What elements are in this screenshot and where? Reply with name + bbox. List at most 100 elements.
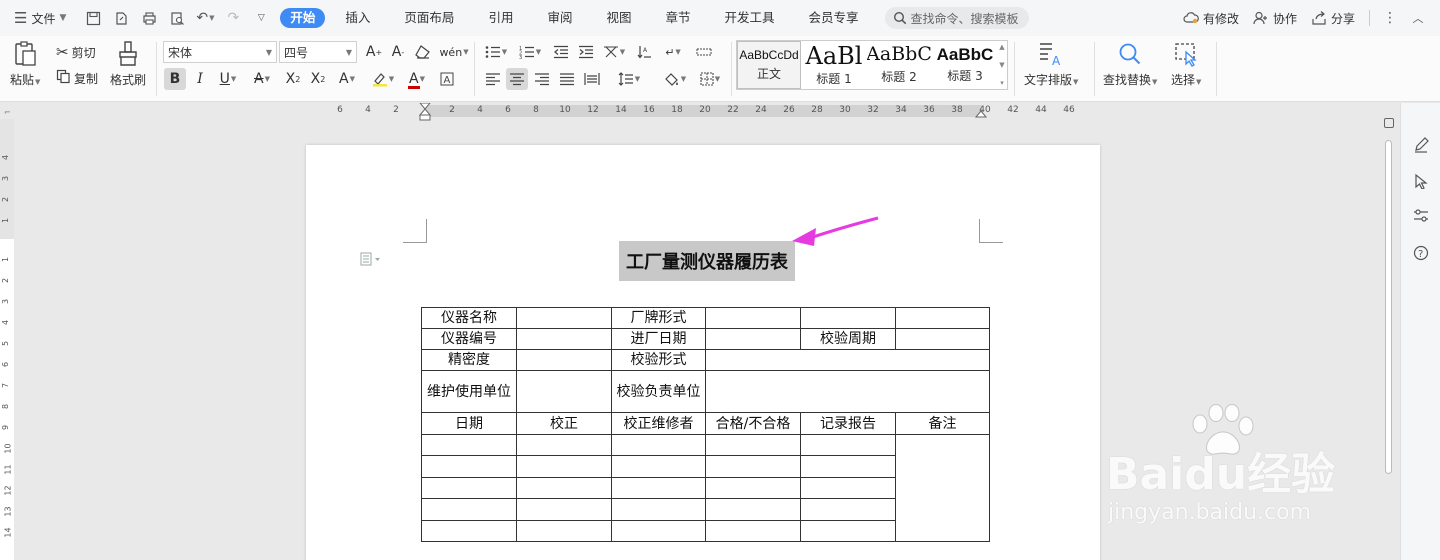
table-cell[interactable]	[516, 477, 612, 499]
table-cell[interactable]	[705, 349, 990, 371]
table-cell[interactable]	[705, 370, 990, 413]
table-cell[interactable]	[516, 520, 612, 542]
increase-indent-icon[interactable]	[575, 41, 597, 63]
sort-icon[interactable]: A	[634, 41, 656, 63]
vertical-scrollbar[interactable]	[1382, 118, 1394, 560]
vertical-ruler[interactable]: 4 3 2 1 1 2 3 4 5 6 7 8 9 10 11 12 13 14	[0, 119, 14, 560]
table-cell[interactable]	[611, 498, 706, 521]
table-cell[interactable]	[705, 455, 801, 478]
decrease-indent-icon[interactable]	[550, 41, 572, 63]
clear-format-icon[interactable]	[412, 41, 434, 63]
table-cell[interactable]	[705, 434, 801, 456]
instrument-history-table[interactable]: 仪器名称 厂牌形式 仪器编号 进厂日期 校验周期 精密度 校验形式 维护使用单位…	[421, 307, 990, 542]
table-cell[interactable]	[705, 498, 801, 521]
horizontal-ruler[interactable]: 6 4 2 2 4 6 8 10 12 14 16 18 20 22 24 26…	[0, 103, 1440, 121]
text-effect-button[interactable]: A ▼	[333, 68, 361, 90]
sliders-icon[interactable]	[1411, 206, 1431, 226]
paste-button[interactable]: 粘贴▼	[10, 40, 40, 88]
table-cell[interactable]	[516, 328, 612, 350]
table-cell[interactable]	[705, 520, 801, 542]
table-cell[interactable]	[516, 370, 612, 413]
document-page[interactable]: 工厂量测仪器履历表 仪器名称 厂牌形式 仪器编号 进厂日期 校验周期 精密度 校…	[306, 145, 1100, 560]
line-spacing-icon[interactable]: ▼	[614, 68, 644, 90]
borders-icon[interactable]: ▼	[695, 68, 725, 90]
share-button[interactable]: 分享	[1311, 10, 1355, 27]
table-cell[interactable]	[705, 307, 801, 329]
tab-review[interactable]: 审阅	[533, 8, 586, 28]
save-icon[interactable]	[84, 9, 102, 27]
quick-access-more-icon[interactable]: ▽	[252, 9, 270, 27]
has-changes-button[interactable]: 有修改	[1183, 10, 1239, 27]
column-header[interactable]: 校正维修者	[611, 412, 706, 435]
table-cell[interactable]: 精密度	[421, 349, 517, 371]
bullet-list-icon[interactable]: ▼	[482, 41, 510, 63]
document-title[interactable]: 工厂量测仪器履历表	[619, 241, 795, 281]
print-icon[interactable]	[140, 9, 158, 27]
help-icon[interactable]: ?	[1411, 243, 1431, 263]
align-left-icon[interactable]	[482, 68, 504, 90]
table-cell[interactable]: 进厂日期	[611, 328, 706, 350]
column-header[interactable]: 合格/不合格	[705, 412, 801, 435]
tab-developer[interactable]: 开发工具	[711, 8, 789, 28]
chinese-layout-icon[interactable]: ▼	[600, 41, 628, 63]
grow-font-icon[interactable]: A +	[363, 41, 385, 63]
table-cell[interactable]	[421, 477, 517, 499]
tab-references[interactable]: 引用	[474, 8, 527, 28]
table-cell[interactable]	[611, 455, 706, 478]
column-header[interactable]: 记录报告	[800, 412, 896, 435]
file-menu[interactable]: ☰ 文件 ▼	[14, 9, 66, 27]
tab-chapter[interactable]: 章节	[651, 8, 704, 28]
table-cell[interactable]	[800, 477, 896, 499]
styles-scroll[interactable]: ▲ ▼ ▾	[997, 41, 1007, 89]
table-cell[interactable]	[800, 434, 896, 456]
table-cell[interactable]	[895, 434, 990, 542]
table-cell[interactable]: 仪器名称	[421, 307, 517, 329]
table-cell[interactable]	[516, 498, 612, 521]
tab-member[interactable]: 会员专享	[795, 8, 873, 28]
text-layout-button[interactable]: A 文字排版▼	[1024, 40, 1078, 88]
table-cell[interactable]	[705, 477, 801, 499]
table-cell[interactable]: 维护使用单位	[421, 370, 517, 413]
table-cell[interactable]	[421, 520, 517, 542]
table-cell[interactable]: 校验周期	[800, 328, 896, 350]
table-cell[interactable]	[611, 477, 706, 499]
table-cell[interactable]	[705, 328, 801, 350]
font-name-select[interactable]: 宋体 ▼	[163, 41, 277, 63]
phonetic-guide-icon[interactable]: wén ▼	[439, 41, 468, 63]
italic-button[interactable]: I	[189, 68, 211, 90]
table-cell[interactable]	[516, 349, 612, 371]
scroll-top-icon[interactable]	[1384, 118, 1394, 128]
highlight-color-button[interactable]: ▼	[368, 68, 398, 90]
table-cell[interactable]: 仪器编号	[421, 328, 517, 350]
table-cell[interactable]: 校验负责单位	[611, 370, 706, 413]
style-heading-3[interactable]: AaBbC 标题 3	[933, 41, 997, 89]
align-justify-icon[interactable]	[556, 68, 578, 90]
align-center-icon[interactable]	[506, 68, 528, 90]
subscript-button[interactable]: X2	[307, 68, 329, 90]
pointer-select-icon[interactable]	[1411, 171, 1431, 191]
print-preview-icon[interactable]	[168, 9, 186, 27]
scrollbar-thumb[interactable]	[1385, 140, 1392, 474]
strikethrough-button[interactable]: A ▼	[248, 68, 276, 90]
tab-view[interactable]: 视图	[592, 8, 645, 28]
tab-home[interactable]: 开始	[280, 8, 326, 28]
undo-icon[interactable]: ↶ ▼	[196, 9, 214, 27]
table-cell[interactable]	[516, 455, 612, 478]
table-cell[interactable]	[800, 520, 896, 542]
table-cell[interactable]	[516, 434, 612, 456]
table-cell[interactable]	[421, 455, 517, 478]
align-right-icon[interactable]	[531, 68, 553, 90]
select-button[interactable]: 选择▼	[1171, 40, 1201, 88]
shrink-font-icon[interactable]: A-	[387, 41, 409, 63]
paragraph-layout-icon[interactable]	[360, 252, 382, 270]
table-cell[interactable]	[421, 434, 517, 456]
column-header[interactable]: 校正	[516, 412, 612, 435]
table-cell[interactable]: 校验形式	[611, 349, 706, 371]
copy-button[interactable]: 复制	[56, 69, 98, 87]
cut-button[interactable]: ✂ 剪切	[56, 43, 96, 61]
find-replace-button[interactable]: 查找替换▼	[1103, 40, 1157, 88]
more-options-icon[interactable]: ⋮	[1382, 10, 1398, 26]
tab-insert[interactable]: 插入	[331, 8, 384, 28]
shading-icon[interactable]: ▼	[660, 68, 690, 90]
column-header[interactable]: 备注	[895, 412, 990, 435]
